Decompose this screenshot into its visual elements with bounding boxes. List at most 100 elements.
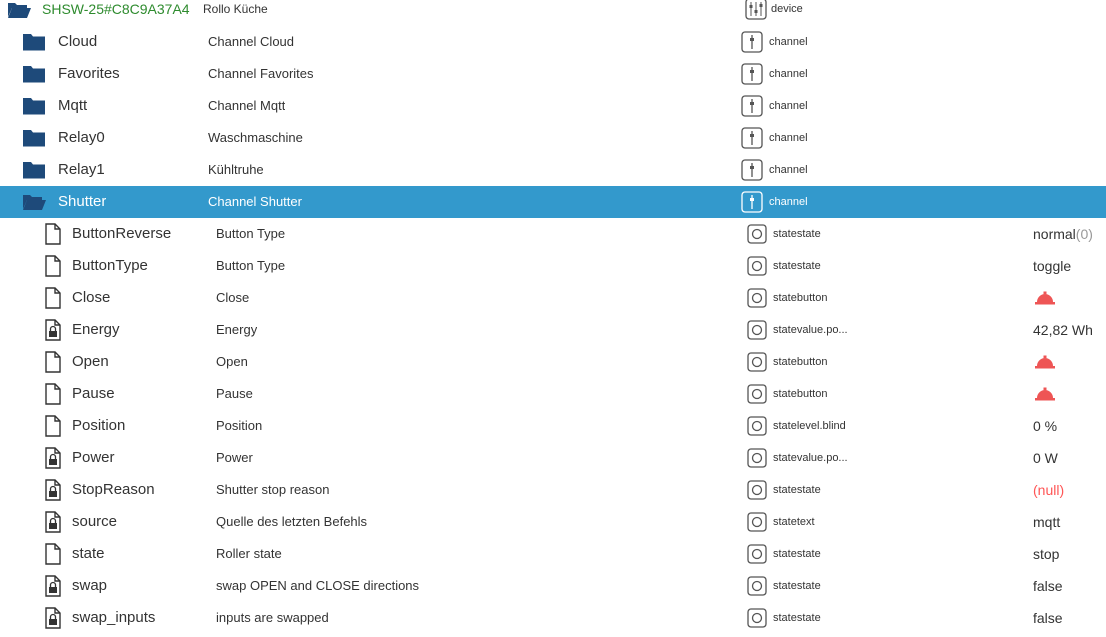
state-name: StopReason	[72, 481, 155, 498]
file-icon	[45, 543, 61, 565]
state-type-label: statebutton	[773, 356, 828, 368]
tree-row-state-source[interactable]: source Quelle des letzten Befehls statet…	[0, 506, 1106, 538]
folder-icon[interactable]	[22, 64, 46, 83]
state-type-label: statelevel.blind	[773, 420, 846, 432]
state-value: 42,82 Wh	[1033, 322, 1093, 338]
state-description: Power	[216, 450, 253, 465]
state-type-icon	[747, 384, 767, 404]
tree-row-state-swap-inputs[interactable]: swap_inputs inputs are swapped statestat…	[0, 602, 1106, 634]
tree-row-channel-relay1[interactable]: Relay1 Kühltruhe channel	[0, 154, 1106, 186]
state-type-label: statebutton	[773, 292, 828, 304]
state-value-suffix: (0)	[1075, 226, 1093, 242]
file-icon	[45, 415, 61, 437]
state-value[interactable]: normal(0)	[1033, 218, 1106, 250]
state-value: (null)	[1033, 482, 1065, 498]
channel-description: Channel Shutter	[208, 194, 302, 209]
state-description: Pause	[216, 386, 253, 401]
tree-row-state-power[interactable]: Power Power statevalue.po... 0 W	[0, 442, 1106, 474]
folder-icon[interactable]	[22, 32, 46, 51]
state-type-label: statestate	[773, 612, 821, 624]
tree-row-channel-cloud[interactable]: Cloud Channel Cloud channel	[0, 26, 1106, 58]
state-value[interactable]: toggle	[1033, 250, 1106, 282]
device-description: Rollo Küche	[203, 2, 268, 16]
state-type-icon	[747, 224, 767, 244]
state-description: Button Type	[216, 226, 286, 241]
locked-file-icon	[45, 319, 61, 341]
folder-icon[interactable]	[22, 128, 46, 147]
tree-row-channel-relay0[interactable]: Relay0 Waschmaschine channel	[0, 122, 1106, 154]
state-name: swap_inputs	[72, 609, 156, 626]
tree-row-state-swap[interactable]: swap swap OPEN and CLOSE directions stat…	[0, 570, 1106, 602]
tree-row-channel-favorites[interactable]: Favorites Channel Favorites channel	[0, 58, 1106, 90]
channel-description: Kühltruhe	[208, 162, 264, 177]
tree-row-state-pause[interactable]: Pause Pause statebutton	[0, 378, 1106, 410]
channel-type-label: channel	[769, 100, 808, 112]
tree-row-state-energy[interactable]: Energy Energy statevalue.po... 42,82 Wh	[0, 314, 1106, 346]
object-tree: SHSW-25#C8C9A37A4 Rollo Küche device Clo…	[0, 0, 1106, 630]
state-value[interactable]: 0 %	[1033, 410, 1106, 442]
state-type-icon	[747, 512, 767, 532]
state-description: Energy	[216, 322, 258, 337]
state-value[interactable]: stop	[1033, 538, 1106, 570]
channel-name: Shutter	[58, 193, 107, 210]
state-type-label: statevalue.po...	[773, 324, 848, 336]
channel-name: Mqtt	[58, 97, 88, 114]
state-name: Open	[72, 353, 109, 370]
device-type-icon	[745, 0, 767, 20]
channel-name: Relay0	[58, 129, 105, 146]
state-type-label: statestate	[773, 548, 821, 560]
state-description: Button Type	[216, 258, 286, 273]
tree-row-device[interactable]: SHSW-25#C8C9A37A4 Rollo Küche device	[0, 0, 1106, 22]
state-type-icon	[747, 416, 767, 436]
state-description: swap OPEN and CLOSE directions	[216, 578, 420, 593]
folder-open-icon[interactable]	[7, 0, 31, 19]
locked-file-icon	[45, 575, 61, 597]
channel-type-label: channel	[769, 164, 808, 176]
state-value-text: normal	[1033, 226, 1076, 242]
state-description: Close	[216, 290, 250, 305]
state-description: Roller state	[216, 546, 282, 561]
state-type-icon	[747, 480, 767, 500]
state-type-icon	[747, 352, 767, 372]
state-name: Pause	[72, 385, 115, 402]
channel-type-icon	[741, 191, 763, 213]
device-name: SHSW-25#C8C9A37A4	[42, 1, 190, 17]
bell-button-icon[interactable]	[1034, 291, 1056, 305]
file-icon	[45, 351, 61, 373]
bell-button-icon[interactable]	[1034, 355, 1056, 369]
state-name: ButtonReverse	[72, 225, 172, 242]
state-type-label: statestate	[773, 260, 821, 272]
channel-type-label: channel	[769, 36, 808, 48]
state-name: Energy	[72, 321, 120, 338]
locked-file-icon	[45, 479, 61, 501]
state-type-label: statestate	[773, 228, 821, 240]
tree-row-state-buttontype[interactable]: ButtonType Button Type statestate toggle	[0, 250, 1106, 282]
state-name: Power	[72, 449, 115, 466]
tree-row-channel-shutter[interactable]: Shutter Channel Shutter channel	[0, 186, 1106, 218]
tree-row-channel-mqtt[interactable]: Mqtt Channel Mqtt channel	[0, 90, 1106, 122]
state-name: Close	[72, 289, 111, 306]
channel-description: Channel Cloud	[208, 34, 295, 49]
state-name: Position	[72, 417, 126, 434]
channel-type-label: channel	[769, 132, 808, 144]
channel-type-label: channel	[769, 196, 808, 208]
folder-icon[interactable]	[22, 160, 46, 179]
state-name: ButtonType	[72, 257, 148, 274]
state-value: false	[1033, 578, 1063, 594]
file-icon	[45, 383, 61, 405]
folder-icon[interactable]	[22, 96, 46, 115]
tree-row-state-position[interactable]: Position Position statelevel.blind 0 %	[0, 410, 1106, 442]
tree-row-state-state[interactable]: state Roller state statestate stop	[0, 538, 1106, 570]
tree-row-state-buttonreverse[interactable]: ButtonReverse Button Type statestate nor…	[0, 218, 1106, 250]
tree-row-state-stopreason[interactable]: StopReason Shutter stop reason statestat…	[0, 474, 1106, 506]
state-name: state	[72, 545, 105, 562]
tree-row-state-close[interactable]: Close Close statebutton	[0, 282, 1106, 314]
channel-type-icon	[741, 63, 763, 85]
tree-row-state-open[interactable]: Open Open statebutton	[0, 346, 1106, 378]
state-description: Open	[216, 354, 248, 369]
channel-type-icon	[741, 95, 763, 117]
state-name: swap	[72, 577, 108, 594]
bell-button-icon[interactable]	[1034, 387, 1056, 401]
folder-open-icon[interactable]	[22, 192, 46, 211]
state-value: mqtt	[1033, 514, 1061, 530]
